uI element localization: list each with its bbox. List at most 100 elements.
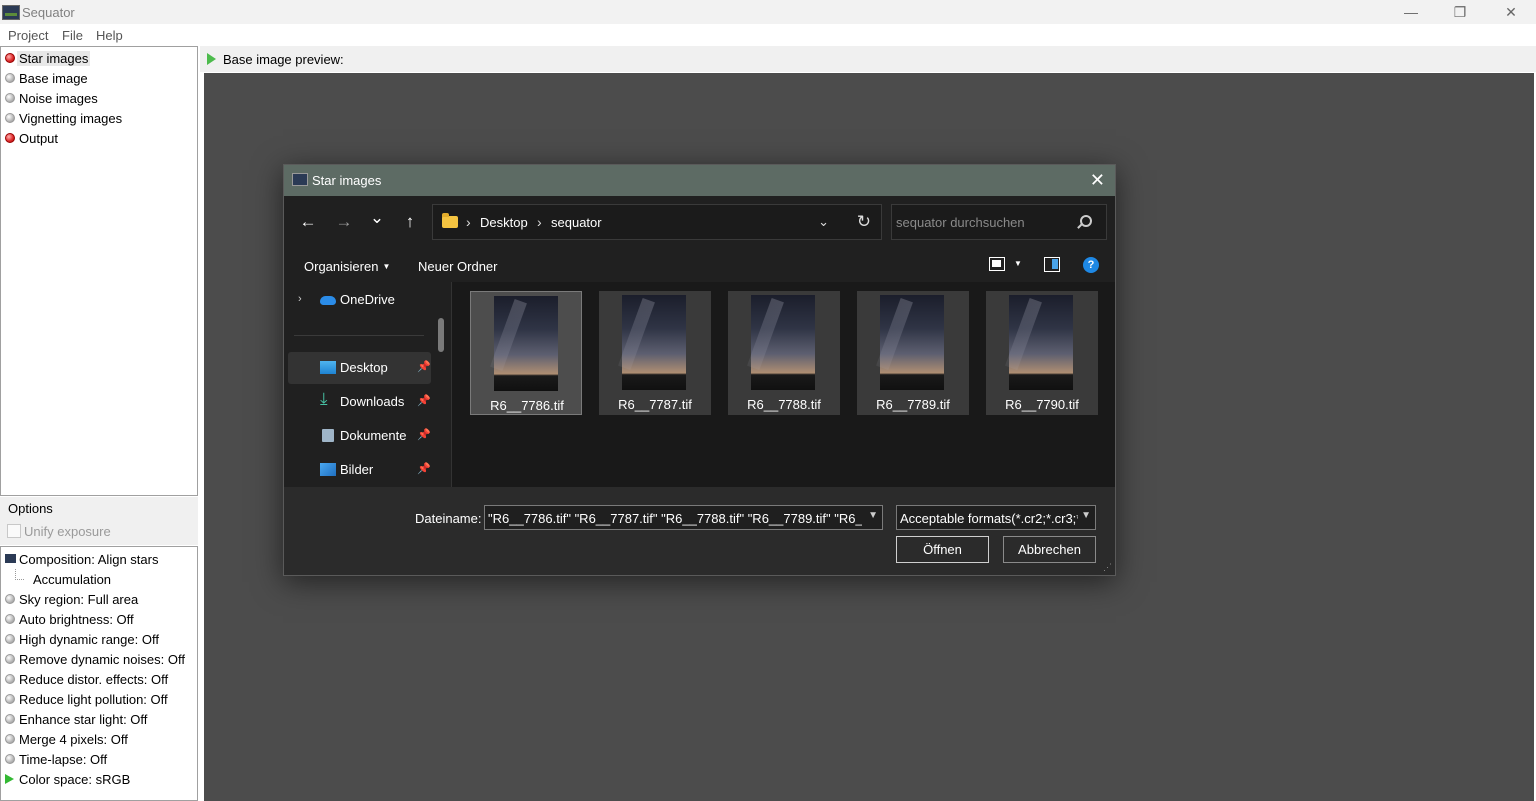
resize-grip-icon[interactable]: ⋰ [1103, 562, 1112, 573]
pictures-icon [320, 463, 336, 476]
filename-field[interactable]: "R6__7786.tif" "R6__7787.tif" "R6__7788.… [484, 505, 883, 530]
option-label: Color space: sRGB [19, 772, 131, 787]
preview-pane-icon[interactable] [1044, 257, 1060, 272]
status-gray-icon [5, 734, 15, 744]
recent-locations-chevron-icon[interactable]: ⌄ [367, 208, 387, 228]
menu-file[interactable]: File [62, 28, 83, 43]
close-icon[interactable]: ✕ [1090, 170, 1105, 191]
status-gray-icon [5, 614, 15, 624]
file-tile[interactable]: R6__7790.tif [986, 291, 1098, 415]
file-tile[interactable]: R6__7787.tif [599, 291, 711, 415]
search-input[interactable]: sequator durchsuchen [891, 204, 1107, 240]
up-arrow-icon[interactable]: ↑ [400, 212, 420, 232]
dialog-title: Star images [312, 173, 382, 188]
folder-icon [442, 213, 458, 228]
file-name: R6__7790.tif [1005, 397, 1079, 412]
option-label: Composition: Align stars [19, 552, 159, 567]
search-icon[interactable] [1080, 215, 1092, 227]
onedrive-icon [320, 296, 336, 305]
view-mode-caret-icon[interactable]: ▼ [1014, 259, 1022, 268]
view-mode-icon[interactable] [989, 257, 1005, 271]
breadcrumb-sequator[interactable]: sequator [551, 215, 602, 230]
close-button[interactable]: ✕ [1488, 2, 1534, 22]
sidebar-item-pictures[interactable]: Bilder 📌 [288, 454, 431, 486]
address-dropdown-chevron-icon[interactable]: ⌄ [818, 214, 829, 230]
option-label: Auto brightness: Off [19, 612, 134, 627]
file-name: R6__7789.tif [876, 397, 950, 412]
sidebar-item-label: Downloads [340, 394, 405, 409]
dialog-navigation-bar: ← → ⌄ ↑ › Desktop › sequator ⌄ ↻ sequato… [284, 196, 1115, 249]
option-label: Time-lapse: Off [19, 752, 108, 767]
nav-label: Noise images [19, 91, 98, 106]
open-button[interactable]: Öffnen [896, 536, 989, 563]
image-thumbnail [622, 295, 686, 390]
sidebar-item-downloads[interactable]: ⤓ Downloads 📌 [288, 386, 431, 418]
menu-project[interactable]: Project [8, 28, 48, 43]
nav-label: Base image [19, 71, 88, 86]
breadcrumb-desktop[interactable]: Desktop [480, 215, 528, 230]
chevron-down-icon[interactable]: ▼ [1081, 510, 1091, 521]
downloads-icon: ⤓ [320, 389, 328, 408]
unify-exposure-checkbox[interactable] [7, 524, 21, 538]
breadcrumb-separator: › [537, 214, 542, 230]
status-gray-icon [5, 714, 15, 724]
minimize-button[interactable]: — [1388, 2, 1434, 22]
maximize-button[interactable]: ❐ [1437, 2, 1483, 22]
help-icon[interactable]: ? [1083, 257, 1099, 273]
search-placeholder: sequator durchsuchen [896, 215, 1025, 230]
sidebar-scrollbar[interactable] [438, 318, 444, 352]
file-open-dialog: Star images ✕ ← → ⌄ ↑ › Desktop › sequat… [283, 164, 1116, 576]
chevron-right-icon[interactable]: › [298, 293, 302, 305]
file-name: R6__7788.tif [747, 397, 821, 412]
app-icon [292, 173, 308, 186]
file-type-select[interactable]: Acceptable formats(*.cr2;*.cr3;*. ▼ [896, 505, 1096, 530]
cancel-button[interactable]: Abbrechen [1003, 536, 1096, 563]
app-title: Sequator [22, 5, 75, 20]
status-gray-icon [5, 694, 15, 704]
file-type-value: Acceptable formats(*.cr2;*.cr3;*. [900, 511, 1078, 526]
option-label: Enhance star light: Off [19, 712, 148, 727]
sidebar-item-documents[interactable]: Dokumente 📌 [288, 420, 431, 452]
sidebar-item-label: Dokumente [340, 428, 407, 443]
dialog-toolbar: Organisieren ▼ Neuer Ordner ▼ ? [284, 249, 1115, 282]
status-gray-icon [5, 754, 15, 764]
organize-button[interactable]: Organisieren ▼ [304, 259, 390, 274]
option-label: High dynamic range: Off [19, 632, 159, 647]
status-red-icon [5, 133, 15, 143]
desktop-icon [320, 361, 336, 374]
dialog-footer: Dateiname: "R6__7786.tif" "R6__7787.tif"… [284, 487, 1115, 575]
sidebar-item-label: OneDrive [340, 292, 395, 307]
file-tile[interactable]: R6__7789.tif [857, 291, 969, 415]
unify-exposure-label: Unify exposure [24, 524, 111, 539]
sidebar-item-desktop[interactable]: Desktop 📌 [288, 352, 431, 384]
file-tile[interactable]: R6__7788.tif [728, 291, 840, 415]
status-gray-icon [5, 113, 15, 123]
options-section: Options Unify exposure [0, 497, 198, 545]
options-list-panel: Composition: Align stars Accumulation Sk… [0, 546, 198, 801]
nav-label: Star images [17, 51, 91, 66]
status-gray-icon [5, 654, 15, 664]
forward-arrow-icon[interactable]: → [334, 212, 354, 232]
pin-icon: 📌 [417, 395, 431, 407]
option-label: Sky region: Full area [19, 592, 139, 607]
menu-bar: Project File Help [0, 24, 1536, 46]
option-label: Merge 4 pixels: Off [19, 732, 128, 747]
new-folder-button[interactable]: Neuer Ordner [418, 259, 497, 274]
address-bar[interactable]: › Desktop › sequator ⌄ ↻ [432, 204, 882, 240]
play-icon [5, 774, 14, 784]
sidebar-item-onedrive[interactable]: › OneDrive [288, 284, 431, 316]
menu-help[interactable]: Help [96, 28, 123, 43]
breadcrumb-separator: › [466, 214, 471, 230]
chevron-down-icon[interactable]: ▼ [868, 510, 878, 521]
preview-label: Base image preview: [223, 52, 344, 67]
preview-header: Base image preview: [200, 46, 1536, 72]
option-label: Reduce light pollution: Off [19, 692, 168, 707]
filename-label: Dateiname: [415, 511, 482, 526]
back-arrow-icon[interactable]: ← [298, 212, 318, 232]
pin-icon: 📌 [417, 429, 431, 441]
image-thumbnail [751, 295, 815, 390]
title-bar: Sequator — ❐ ✕ [0, 0, 1536, 24]
input-list-panel: Star images Base image Noise images Vign… [0, 46, 198, 496]
file-tile[interactable]: R6__7786.tif [470, 291, 582, 415]
refresh-icon[interactable]: ↻ [857, 212, 871, 232]
